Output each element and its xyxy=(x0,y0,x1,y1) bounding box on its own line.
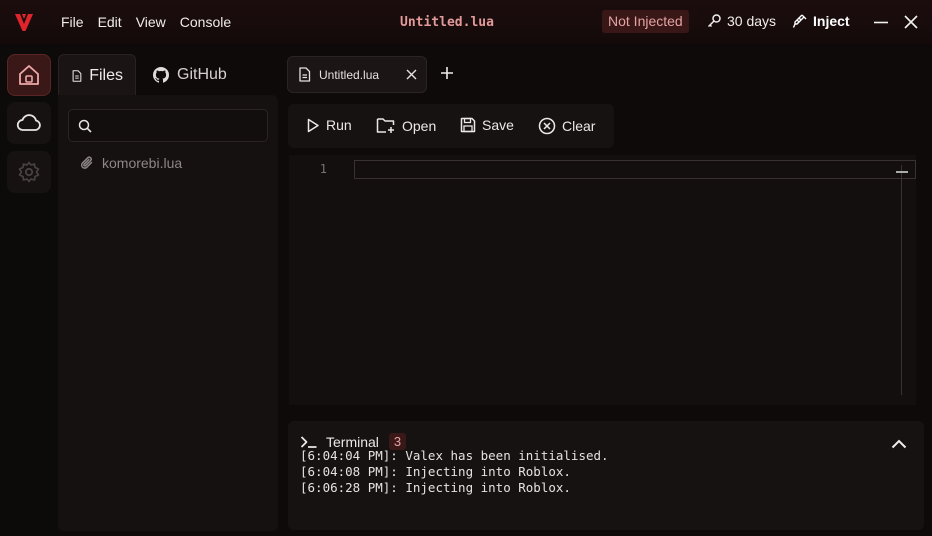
line-number: 1 xyxy=(319,162,327,176)
rail-settings-button[interactable] xyxy=(7,151,51,193)
terminal-icon xyxy=(300,435,317,448)
tab-files-label: Files xyxy=(89,66,123,84)
clear-button[interactable]: Clear xyxy=(538,117,595,135)
minimize-icon[interactable] xyxy=(873,14,889,30)
app-window: File Edit View Console Untitled.lua Not … xyxy=(0,0,932,536)
menu-bar: File Edit View Console xyxy=(61,14,245,30)
run-label: Run xyxy=(326,117,352,133)
terminal-line: [6:06:28 PM]: Injecting into Roblox. xyxy=(300,480,571,495)
terminal-line: [6:04:08 PM]: Injecting into Roblox. xyxy=(300,464,571,479)
editor-tab-label: Untitled.lua xyxy=(319,67,380,82)
clear-label: Clear xyxy=(562,118,596,134)
rail-home-button[interactable] xyxy=(7,54,51,96)
inject-button[interactable]: Inject xyxy=(792,13,850,29)
terminal-panel: Terminal 3 [6:04:04 PM]: Valex has been … xyxy=(288,421,924,530)
close-tab-icon[interactable] xyxy=(406,69,417,80)
document-icon xyxy=(299,67,311,82)
play-icon xyxy=(307,118,319,132)
close-icon[interactable] xyxy=(903,14,919,30)
menu-console[interactable]: Console xyxy=(180,14,231,30)
search-icon xyxy=(78,119,92,133)
current-line-highlight[interactable] xyxy=(354,160,916,179)
file-explorer: komorebi.lua xyxy=(58,95,278,531)
license-days[interactable]: 30 days xyxy=(706,13,776,29)
tab-github[interactable]: GitHub xyxy=(140,54,239,96)
gear-icon xyxy=(18,161,40,183)
paperclip-icon xyxy=(80,156,93,169)
search-input[interactable] xyxy=(99,114,259,138)
editor-tab[interactable]: Untitled.lua xyxy=(287,56,427,93)
syringe-icon xyxy=(792,14,807,28)
menu-file[interactable]: File xyxy=(61,14,84,30)
injection-status-badge: Not Injected xyxy=(602,10,689,33)
add-tab-icon[interactable] xyxy=(440,66,454,80)
save-button[interactable]: Save xyxy=(460,117,514,133)
rail-cloud-button[interactable] xyxy=(7,102,51,144)
file-list-item[interactable]: komorebi.lua xyxy=(80,155,182,171)
window-file-title: Untitled.lua xyxy=(400,15,494,30)
app-logo-icon xyxy=(15,14,33,31)
inject-label: Inject xyxy=(813,13,850,29)
home-icon xyxy=(19,65,39,85)
tab-files[interactable]: Files xyxy=(58,54,136,96)
title-bar: File Edit View Console Untitled.lua Not … xyxy=(0,0,932,44)
folder-icon xyxy=(376,118,395,133)
license-days-label: 30 days xyxy=(727,13,777,29)
cloud-icon xyxy=(16,114,41,131)
tab-github-label: GitHub xyxy=(177,66,227,83)
editor-scrollbar-marker[interactable] xyxy=(896,171,908,173)
clear-circle-icon xyxy=(538,117,556,135)
github-icon xyxy=(152,67,170,83)
code-editor[interactable]: 1 xyxy=(289,155,916,405)
file-name: komorebi.lua xyxy=(102,155,183,171)
open-button[interactable]: Open xyxy=(376,117,436,134)
open-label: Open xyxy=(402,117,437,134)
run-button[interactable]: Run xyxy=(306,117,352,133)
menu-edit[interactable]: Edit xyxy=(98,14,122,30)
floppy-icon xyxy=(460,117,476,133)
save-label: Save xyxy=(482,117,514,133)
editor-scrollbar-track[interactable] xyxy=(901,165,902,395)
file-icon xyxy=(72,69,82,82)
editor-toolbar: Run Open Save Clear xyxy=(288,104,614,148)
key-icon xyxy=(707,14,721,28)
left-rail xyxy=(0,44,56,536)
menu-view[interactable]: View xyxy=(136,14,166,30)
terminal-log: [6:04:04 PM]: Valex has been initialised… xyxy=(300,448,900,496)
file-search[interactable] xyxy=(68,109,268,142)
terminal-line: [6:04:04 PM]: Valex has been initialised… xyxy=(300,448,609,463)
